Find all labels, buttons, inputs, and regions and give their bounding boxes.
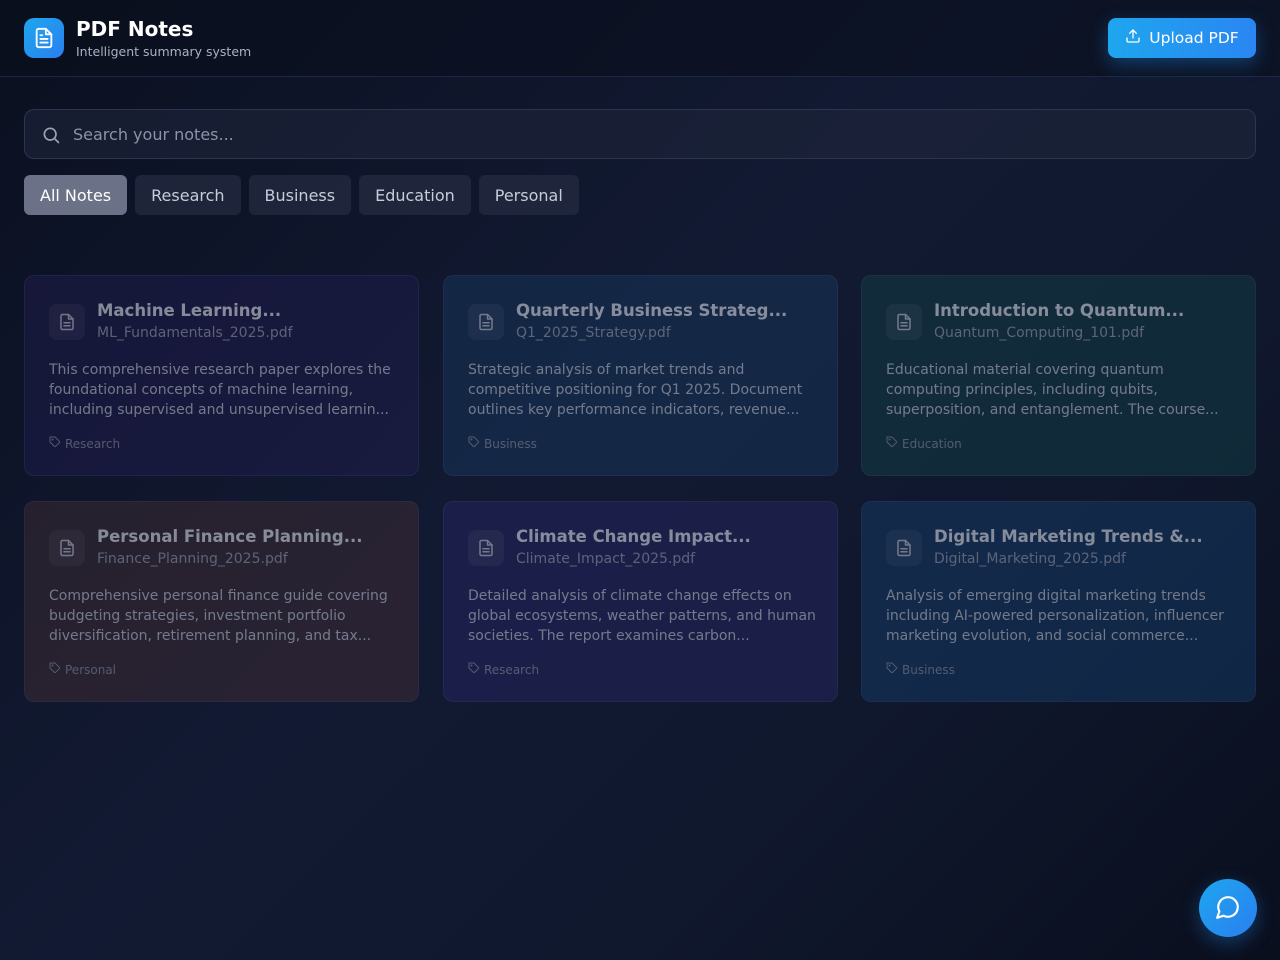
note-title: Personal Finance Planning... [97, 527, 363, 546]
note-title: Climate Change Impact... [516, 527, 751, 546]
note-card[interactable]: Personal Finance Planning... Finance_Pla… [24, 501, 419, 702]
note-description: Analysis of emerging digital marketing t… [886, 588, 1224, 644]
category-filters: All Notes Research Business Education Pe… [24, 175, 579, 215]
note-tag-label: Research [484, 662, 540, 677]
note-tag-label: Personal [65, 662, 117, 677]
note-card[interactable]: Machine Learning... ML_Fundamentals_2025… [24, 275, 419, 476]
app-subtitle: Intelligent summary system [76, 44, 252, 59]
file-icon [49, 530, 85, 566]
chat-button[interactable] [1199, 879, 1257, 937]
note-tag-label: Business [484, 436, 537, 451]
app-title: PDF Notes [76, 17, 194, 41]
note-tag: Business [886, 662, 955, 677]
upload-icon [1125, 28, 1141, 48]
note-card[interactable]: Introduction to Quantum... Quantum_Compu… [861, 275, 1256, 476]
filter-education[interactable]: Education [359, 175, 471, 215]
note-tag-label: Research [65, 436, 121, 451]
upload-pdf-label: Upload PDF [1149, 29, 1239, 47]
note-title: Digital Marketing Trends &... [934, 527, 1203, 546]
tag-icon [886, 436, 898, 451]
file-icon [468, 530, 504, 566]
document-icon [24, 18, 64, 58]
filter-personal[interactable]: Personal [478, 175, 579, 215]
note-title: Machine Learning... [97, 301, 282, 320]
note-title: Quarterly Business Strateg... [516, 301, 788, 320]
note-filename: Digital_Marketing_2025.pdf [934, 551, 1126, 567]
note-filename: Q1_2025_Strategy.pdf [516, 325, 671, 341]
filter-business[interactable]: Business [248, 175, 352, 215]
note-tag: Personal [49, 662, 116, 677]
file-icon [468, 304, 504, 340]
note-card[interactable]: Digital Marketing Trends &... Digital_Ma… [861, 501, 1256, 702]
note-filename: ML_Fundamentals_2025.pdf [97, 325, 293, 341]
note-card[interactable]: Climate Change Impact... Climate_Impact_… [443, 501, 838, 702]
tag-icon [468, 662, 480, 677]
file-icon [886, 304, 922, 340]
file-icon [886, 530, 922, 566]
note-card[interactable]: Quarterly Business Strateg... Q1_2025_St… [443, 275, 838, 476]
tag-icon [468, 436, 480, 451]
note-description: Strategic analysis of market trends and … [468, 362, 803, 418]
note-description: Detailed analysis of climate change effe… [468, 588, 816, 644]
tag-icon [49, 662, 61, 677]
note-tag: Business [468, 436, 537, 451]
filter-research[interactable]: Research [135, 175, 241, 215]
note-description: Educational material covering quantum co… [886, 362, 1219, 418]
tag-icon [49, 436, 61, 451]
note-description: This comprehensive research paper explor… [49, 362, 391, 418]
app-header: PDF Notes Intelligent summary system Upl… [0, 0, 1280, 77]
note-tag-label: Education [902, 436, 962, 451]
search-input[interactable] [73, 110, 1243, 158]
note-tag: Research [49, 436, 120, 451]
file-icon [49, 304, 85, 340]
note-title: Introduction to Quantum... [934, 301, 1185, 320]
chat-bubble-icon [1215, 894, 1241, 923]
note-tag-label: Business [902, 662, 955, 677]
note-tag: Education [886, 436, 962, 451]
note-filename: Quantum_Computing_101.pdf [934, 325, 1145, 341]
tag-icon [886, 662, 898, 677]
note-filename: Climate_Impact_2025.pdf [516, 551, 696, 567]
upload-pdf-button[interactable]: Upload PDF [1108, 18, 1256, 58]
note-filename: Finance_Planning_2025.pdf [97, 551, 288, 567]
note-description: Comprehensive personal finance guide cov… [49, 588, 388, 644]
filter-all-notes[interactable]: All Notes [24, 175, 128, 215]
search-bar [24, 109, 1256, 159]
search-icon [41, 125, 61, 149]
note-tag: Research [468, 662, 539, 677]
